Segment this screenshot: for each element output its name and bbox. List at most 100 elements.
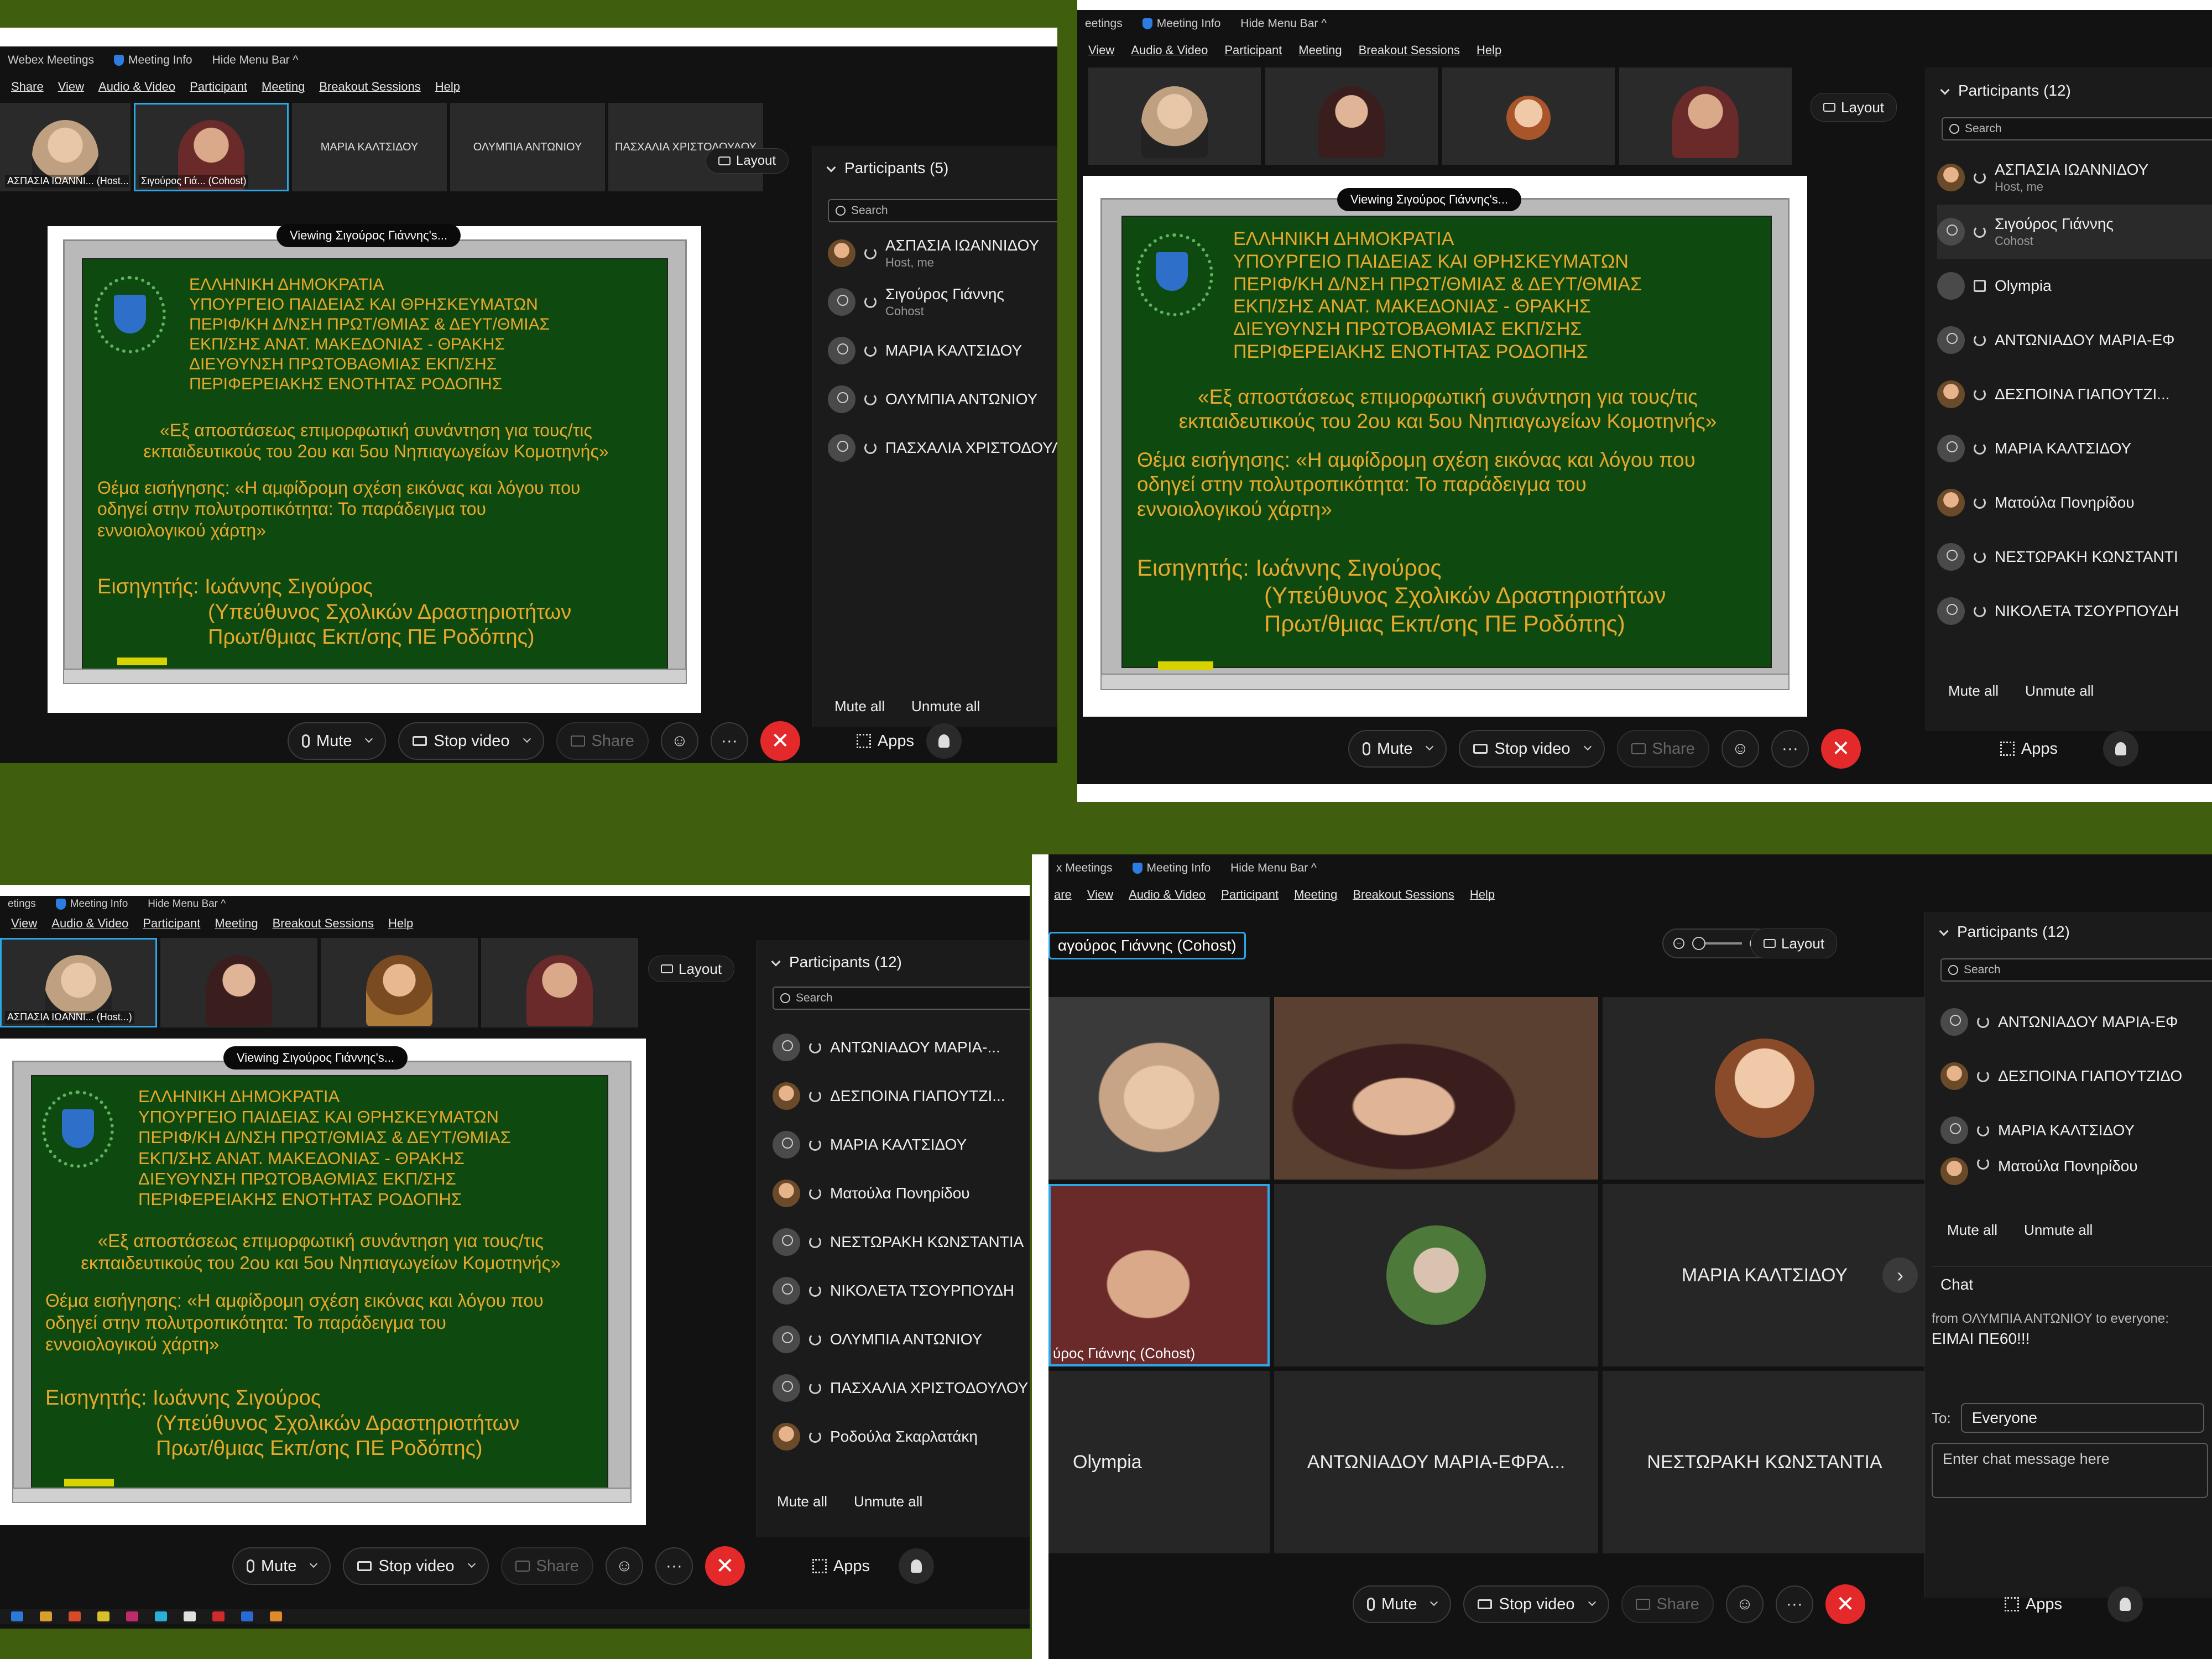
taskbar-app-icon[interactable] xyxy=(69,1611,81,1621)
chat-recipient-select[interactable]: Everyone xyxy=(1960,1403,2204,1433)
participant-row[interactable]: Σιγούρος Γιάννης Cohost xyxy=(1937,205,2212,259)
menu-meeting[interactable]: Meeting xyxy=(215,916,258,931)
active-speaker-chip[interactable]: αγούρος Γιάννης (Cohost) xyxy=(1048,932,1246,959)
taskbar-app-icon[interactable] xyxy=(184,1611,196,1621)
share-button[interactable]: Share xyxy=(500,1547,593,1585)
search-input[interactable]: Search xyxy=(773,987,1030,1010)
video-tile[interactable]: Olympia xyxy=(1048,1371,1270,1553)
menu-help[interactable]: Help xyxy=(1477,43,1501,58)
apps-button[interactable]: Apps xyxy=(812,1557,870,1575)
menu-view[interactable]: View xyxy=(1088,43,1114,58)
menu-meeting[interactable]: Meeting xyxy=(262,80,305,94)
participants-header[interactable]: Participants (12) xyxy=(1939,923,2070,941)
chat-header[interactable]: Chat xyxy=(1932,1276,2212,1293)
share-button[interactable]: Share xyxy=(556,722,649,760)
menu-breakout-sessions[interactable]: Breakout Sessions xyxy=(319,80,420,94)
chevron-down-icon[interactable] xyxy=(310,1559,318,1568)
chevron-down-icon[interactable] xyxy=(1583,742,1592,751)
video-thumb-active[interactable]: Σιγούρος Γιά... (Cohost) xyxy=(134,103,289,191)
apps-button[interactable]: Apps xyxy=(2004,1595,2062,1614)
participant-row[interactable]: ΜΑΡΙΑ ΚΑΛΤΣΙΔΟΥ xyxy=(1937,421,2212,476)
search-input[interactable]: Search xyxy=(828,199,1057,222)
chat-input[interactable]: Enter chat message here xyxy=(1932,1443,2208,1498)
menu-view[interactable]: View xyxy=(11,916,37,931)
video-tile[interactable]: ΑΝΤΩΝΙΑΔΟΥ ΜΑΡΙΑ-ΕΦΡΑ... xyxy=(1274,1371,1598,1553)
zoom-slider[interactable] xyxy=(1692,937,1742,950)
video-tile[interactable] xyxy=(1274,997,1598,1180)
taskbar-app-icon[interactable] xyxy=(212,1611,225,1621)
unmute-all-button[interactable]: Unmute all xyxy=(2025,682,2094,700)
menu-share[interactable]: are xyxy=(1054,888,1072,902)
mute-button[interactable]: Mute xyxy=(232,1547,331,1585)
taskbar-app-icon[interactable] xyxy=(126,1611,138,1621)
menu-audio-video[interactable]: Audio & Video xyxy=(51,916,128,931)
video-thumb[interactable]: ΑΣΠΑΣΙΑ ΙΩΑΝΝΙ... (Host...) xyxy=(0,103,131,191)
mute-button[interactable]: Mute xyxy=(1353,1585,1452,1623)
reactions-button[interactable]: ☺ xyxy=(1725,1585,1764,1623)
participants-toggle-icon[interactable] xyxy=(2107,1587,2143,1622)
more-options-button[interactable]: ··· xyxy=(1771,730,1809,768)
participant-row[interactable]: ΠΑΣΧΑΛΙΑ ΧΡΙΣΤΟΔΟΥΛ xyxy=(828,424,1057,472)
taskbar-app-icon[interactable] xyxy=(40,1611,52,1621)
unmute-all-button[interactable]: Unmute all xyxy=(854,1493,922,1510)
menu-meeting[interactable]: Meeting xyxy=(1298,43,1342,58)
menu-participant[interactable]: Participant xyxy=(143,916,200,931)
hide-menu-bar-button[interactable]: Hide Menu Bar ^ xyxy=(1230,862,1317,875)
participant-row[interactable]: Ματούλα Πονηρίδου xyxy=(773,1169,1030,1218)
menu-help[interactable]: Help xyxy=(435,80,460,94)
reactions-button[interactable]: ☺ xyxy=(605,1547,643,1585)
unmute-all-button[interactable]: Unmute all xyxy=(2024,1222,2093,1239)
stop-video-button[interactable]: Stop video xyxy=(1459,730,1605,768)
video-tile[interactable]: ΜΑΡΙΑ ΚΑΛΤΣΙΔΟΥ › xyxy=(1603,1184,1927,1366)
menu-participant[interactable]: Participant xyxy=(1221,888,1279,902)
mute-button[interactable]: Mute xyxy=(1348,730,1447,768)
end-call-button[interactable]: ✕ xyxy=(1820,729,1861,769)
participant-row[interactable]: Σιγούρος Γιάννης Cohost xyxy=(828,278,1057,326)
menu-audio-video[interactable]: Audio & Video xyxy=(98,80,175,94)
share-button[interactable]: Share xyxy=(1621,1585,1714,1623)
more-options-button[interactable]: ··· xyxy=(710,722,748,760)
stop-video-button[interactable]: Stop video xyxy=(1463,1585,1609,1623)
end-call-button[interactable]: ✕ xyxy=(1825,1584,1865,1624)
stop-video-button[interactable]: Stop video xyxy=(343,1547,489,1585)
meeting-info-button[interactable]: Meeting Info xyxy=(114,54,192,67)
menu-audio-video[interactable]: Audio & Video xyxy=(1129,888,1206,902)
participant-row[interactable]: ΔΕΣΠΟΙΝΑ ΓΙΑΠΟΥΤΖΙ... xyxy=(773,1072,1030,1120)
mute-all-button[interactable]: Mute all xyxy=(777,1493,827,1510)
end-call-button[interactable]: ✕ xyxy=(705,1546,745,1586)
participant-row[interactable]: ΝΕΣΤΩΡΑΚΗ ΚΩΝΣΤΑΝΤΙ xyxy=(1937,530,2212,584)
chevron-down-icon[interactable] xyxy=(1426,742,1434,751)
video-thumb[interactable] xyxy=(160,938,317,1027)
participants-toggle-icon[interactable] xyxy=(926,723,962,759)
mute-all-button[interactable]: Mute all xyxy=(834,698,885,715)
participant-row[interactable]: ΠΑΣΧΑΛΙΑ ΧΡΙΣΤΟΔΟΥΛΟΥ xyxy=(773,1364,1030,1412)
chevron-right-icon[interactable]: › xyxy=(1882,1258,1918,1293)
video-thumb[interactable] xyxy=(1088,67,1261,165)
menu-participant[interactable]: Participant xyxy=(190,80,247,94)
menu-view[interactable]: View xyxy=(1087,888,1113,902)
menu-help[interactable]: Help xyxy=(388,916,413,931)
meeting-info-button[interactable]: Meeting Info xyxy=(1132,862,1211,875)
participant-row[interactable]: ΝΕΣΤΩΡΑΚΗ ΚΩΝΣΤΑΝΤΙΑ xyxy=(773,1218,1030,1266)
menu-breakout-sessions[interactable]: Breakout Sessions xyxy=(273,916,374,931)
menu-share[interactable]: Share xyxy=(11,80,44,94)
more-options-button[interactable]: ··· xyxy=(655,1547,693,1585)
chevron-down-icon[interactable] xyxy=(523,734,531,743)
chevron-down-icon[interactable] xyxy=(365,734,373,743)
mute-all-button[interactable]: Mute all xyxy=(1948,682,1999,700)
participants-header[interactable]: Participants (5) xyxy=(826,159,948,177)
participants-toggle-icon[interactable] xyxy=(899,1548,935,1584)
hide-menu-bar-button[interactable]: Hide Menu Bar ^ xyxy=(148,898,226,910)
taskbar-app-icon[interactable] xyxy=(11,1611,23,1621)
menu-help[interactable]: Help xyxy=(1470,888,1495,902)
video-thumb[interactable]: ΟΛΥΜΠΙΑ ΑΝΤΩΝΙΟΥ xyxy=(450,103,605,191)
more-options-button[interactable]: ··· xyxy=(1775,1585,1813,1623)
mute-button[interactable]: Mute xyxy=(288,722,387,760)
participant-row[interactable]: Ματούλα Πονηρίδου xyxy=(1937,476,2212,530)
participant-row[interactable]: ΑΣΠΑΣΙΑ ΙΩΑΝΝΙΔΟΥ Host, me xyxy=(1937,150,2212,205)
zoom-slider-knob[interactable] xyxy=(1692,937,1705,950)
video-tile[interactable] xyxy=(1603,997,1927,1180)
reactions-button[interactable]: ☺ xyxy=(1721,730,1759,768)
apps-button[interactable]: Apps xyxy=(2000,740,2058,758)
video-thumb-active[interactable]: ΑΣΠΑΣΙΑ ΙΩΑΝΝΙ... (Host...) xyxy=(0,938,157,1027)
